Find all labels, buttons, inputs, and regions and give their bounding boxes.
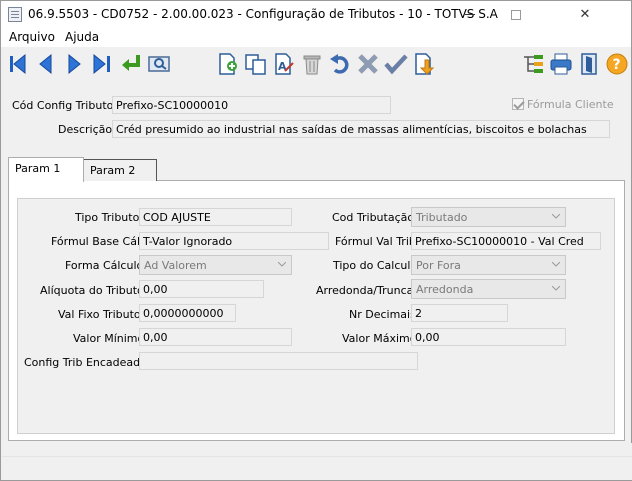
undo-button[interactable]	[327, 51, 353, 77]
confirm-button[interactable]	[383, 51, 409, 77]
cod-tributacao-value: Tributado	[416, 211, 468, 224]
formula-cliente-checkbox[interactable]: Fórmula Cliente	[512, 98, 614, 111]
last-record-button[interactable]	[89, 51, 115, 77]
svg-text:?: ?	[613, 57, 621, 73]
aliquota-field[interactable]: 0,00	[139, 280, 264, 298]
tree-button[interactable]	[520, 51, 546, 77]
minimize-icon	[465, 14, 475, 15]
forma-calculo-select[interactable]: Ad Valorem	[139, 255, 292, 275]
exit-icon	[581, 53, 597, 75]
title-bar: 06.9.5503 - CD0752 - 2.00.00.023 - Confi…	[1, 1, 631, 28]
toolbar: A ?	[1, 47, 631, 81]
record-export-button[interactable]	[411, 51, 437, 77]
formul-val-label: Fórmul Val Trib:	[335, 235, 420, 248]
copy-button[interactable]	[243, 51, 269, 77]
close-icon: ✕	[579, 7, 591, 22]
nr-decimais-field[interactable]: 2	[411, 304, 508, 322]
cod-tributacao-label: Cod Tributação:	[332, 211, 418, 224]
app-icon	[8, 7, 22, 22]
app-window: 06.9.5503 - CD0752 - 2.00.00.023 - Confi…	[0, 0, 632, 481]
tipo-tributo-field[interactable]: COD AJUSTE	[139, 208, 292, 226]
save-icon	[384, 54, 408, 75]
val-fixo-field[interactable]: 0,0000000000	[139, 304, 236, 322]
chevron-down-icon	[552, 214, 560, 219]
valor-minimo-field[interactable]: 0,00	[139, 328, 292, 346]
window-title: 06.9.5503 - CD0752 - 2.00.00.023 - Confi…	[28, 7, 498, 21]
config-encadeada-label: Config Trib Encadeada:	[24, 356, 151, 369]
val-fixo-label: Val Fixo Tributo:	[58, 308, 145, 321]
descricao-field[interactable]: Créd presumido ao industrial nas saídas …	[112, 120, 610, 138]
search-icon	[148, 56, 170, 72]
tree-icon	[524, 55, 543, 73]
chevron-down-icon	[552, 286, 560, 291]
formula-cliente-label: Fórmula Cliente	[527, 98, 614, 111]
delete-icon	[303, 55, 321, 75]
maximize-icon	[511, 9, 521, 20]
status-bar	[2, 443, 632, 480]
cod-tributacao-select[interactable]: Tributado	[411, 207, 566, 227]
first-record-button[interactable]	[5, 51, 31, 77]
minimize-button[interactable]	[447, 1, 493, 28]
descricao-label: Descrição:	[58, 123, 116, 136]
close-button[interactable]: ✕	[539, 1, 631, 28]
tipo-tributo-label: Tipo Tributo:	[75, 211, 144, 224]
last-record-icon	[93, 53, 110, 75]
valor-minimo-label: Valor Mínimo:	[73, 332, 148, 345]
next-record-icon	[68, 53, 81, 75]
menu-bar: Arquivo Ajuda	[1, 28, 631, 47]
goto-icon	[122, 55, 140, 71]
edit-icon: A	[275, 53, 294, 75]
help-button[interactable]: ?	[604, 51, 630, 77]
valor-maximo-label: Valor Máximo:	[342, 332, 421, 345]
print-button[interactable]	[548, 51, 574, 77]
aliquota-label: Alíquota do Tributo:	[40, 284, 148, 297]
formul-val-field[interactable]: Prefixo-SC10000010 - Val Cred	[411, 232, 601, 250]
delete-button[interactable]	[299, 51, 325, 77]
divider	[2, 456, 632, 457]
help-icon: ?	[606, 53, 628, 75]
arredonda-value: Arredonda	[416, 283, 474, 296]
cod-config-label: Cód Config Tributo:	[12, 99, 118, 112]
cod-config-field[interactable]: Prefixo-SC10000010	[112, 96, 391, 114]
goto-button[interactable]	[118, 51, 144, 77]
cancel-button[interactable]	[355, 51, 381, 77]
search-button[interactable]	[146, 51, 172, 77]
copy-icon	[245, 54, 266, 75]
exit-button[interactable]	[576, 51, 602, 77]
add-button[interactable]	[215, 51, 241, 77]
chevron-down-icon	[278, 262, 286, 267]
tab-param2[interactable]: Param 2	[83, 159, 157, 181]
formul-base-label: Fórmul Base Cálc:	[51, 235, 150, 248]
print-icon	[550, 53, 572, 75]
add-icon	[219, 53, 237, 75]
nr-decimais-label: Nr Decimais:	[349, 308, 420, 321]
previous-record-icon	[39, 53, 52, 75]
config-encadeada-field[interactable]	[139, 352, 418, 370]
checkbox-checked-icon	[512, 98, 524, 110]
record-export-icon	[415, 53, 435, 75]
menu-ajuda[interactable]: Ajuda	[65, 30, 99, 44]
tipo-calculo-label: Tipo do Calculo:	[333, 259, 421, 272]
formul-base-field[interactable]: T-Valor Ignorado	[139, 232, 329, 250]
next-record-button[interactable]	[61, 51, 87, 77]
chevron-down-icon	[552, 262, 560, 267]
valor-maximo-field[interactable]: 0,00	[411, 328, 566, 346]
forma-calculo-label: Forma Cálculo:	[65, 259, 147, 272]
tab-param2-label: Param 2	[90, 164, 136, 177]
forma-calculo-value: Ad Valorem	[144, 259, 207, 272]
tipo-calculo-select[interactable]: Por Fora	[411, 255, 566, 275]
first-record-icon	[10, 53, 26, 75]
undo-icon	[330, 54, 349, 74]
menu-arquivo[interactable]: Arquivo	[9, 30, 55, 44]
previous-record-button[interactable]	[33, 51, 59, 77]
arredonda-label: Arredonda/Trunca:	[316, 284, 418, 297]
maximize-button[interactable]	[493, 1, 539, 28]
arredonda-select[interactable]: Arredonda	[411, 279, 566, 299]
tab-param1[interactable]: Param 1	[8, 157, 84, 182]
tipo-calculo-value: Por Fora	[416, 259, 461, 272]
edit-button[interactable]: A	[271, 51, 297, 77]
cancel-icon	[358, 54, 378, 74]
